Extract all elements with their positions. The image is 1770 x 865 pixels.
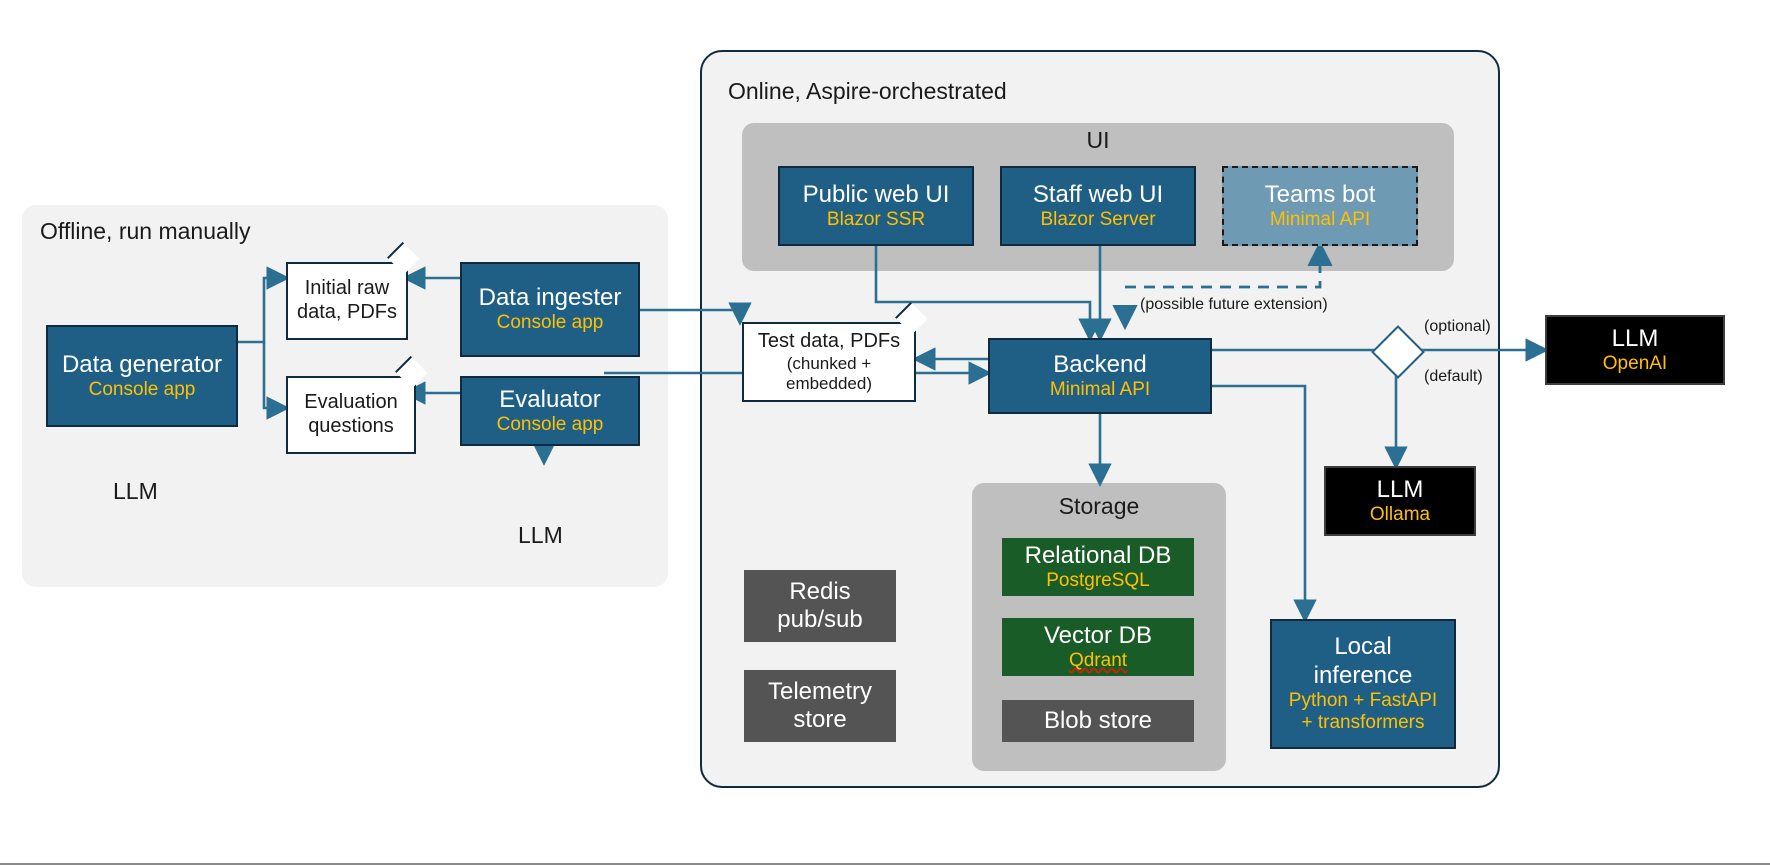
- node-title-line1: Telemetry: [767, 677, 873, 705]
- node-title: Test data, PDFs: [757, 330, 901, 353]
- node-data-ingester[interactable]: Data ingester Console app: [460, 262, 640, 357]
- node-subtitle-line2: + transformers: [1301, 712, 1425, 734]
- node-title: Backend: [1053, 350, 1147, 378]
- node-title: Staff web UI: [1032, 180, 1164, 208]
- node-title-line2: store: [793, 706, 847, 733]
- node-local-inference[interactable]: Local inference Python + FastAPI + trans…: [1270, 619, 1456, 749]
- node-title: Relational DB: [1024, 541, 1172, 569]
- node-subtitle: Qdrant: [1068, 649, 1128, 671]
- node-title: Data generator: [61, 350, 223, 378]
- node-backend[interactable]: Backend Minimal API: [988, 338, 1212, 414]
- label-future-extension: (possible future extension): [1140, 296, 1328, 313]
- node-title-line1: Redis: [789, 577, 851, 605]
- ui-group-label: UI: [1086, 127, 1110, 153]
- node-telemetry-store[interactable]: Telemetry store: [744, 670, 896, 742]
- node-title-line2: inference: [1313, 661, 1413, 689]
- online-panel-title: Online, Aspire-orchestrated: [728, 78, 1007, 104]
- node-subtitle: Ollama: [1369, 503, 1431, 525]
- node-subtitle: Minimal API: [1269, 208, 1371, 230]
- node-subtitle-line2: embedded): [785, 373, 872, 393]
- node-title: Evaluation questions: [304, 391, 398, 437]
- label-llm-from-data-generator: LLM: [113, 478, 158, 504]
- node-title: Blob store: [1043, 706, 1153, 734]
- node-title: Public web UI: [802, 180, 950, 208]
- node-title: LLM: [1611, 324, 1659, 352]
- node-title-line1: Local: [1334, 633, 1392, 661]
- node-subtitle: Console app: [88, 378, 196, 400]
- node-public-web-ui[interactable]: Public web UI Blazor SSR: [778, 166, 974, 246]
- label-llm-from-evaluator: LLM: [518, 522, 563, 548]
- diagram-canvas: Offline, run manually Data generator Con…: [0, 0, 1770, 865]
- node-test-data[interactable]: Test data, PDFs (chunked + embedded): [742, 322, 916, 402]
- node-subtitle: Minimal API: [1049, 378, 1151, 400]
- node-blob-store[interactable]: Blob store: [1002, 700, 1194, 742]
- node-llm-ollama[interactable]: LLM Ollama: [1324, 466, 1476, 536]
- label-optional: (optional): [1424, 318, 1491, 335]
- node-subtitle: Blazor SSR: [826, 208, 926, 230]
- node-relational-db[interactable]: Relational DB PostgreSQL: [1002, 538, 1194, 596]
- node-vector-db[interactable]: Vector DB Qdrant: [1002, 618, 1194, 676]
- node-subtitle: Console app: [496, 312, 604, 334]
- node-staff-web-ui[interactable]: Staff web UI Blazor Server: [1000, 166, 1196, 246]
- node-evaluation-questions[interactable]: Evaluation questions: [286, 376, 416, 454]
- node-title: Data ingester: [478, 284, 622, 312]
- node-initial-raw-data[interactable]: Initial raw data, PDFs: [286, 262, 408, 340]
- label-default: (default): [1424, 368, 1483, 385]
- node-title: Vector DB: [1043, 621, 1153, 649]
- node-subtitle-line1: Python + FastAPI: [1288, 689, 1438, 711]
- node-subtitle-line1: (chunked +: [786, 353, 872, 373]
- node-teams-bot[interactable]: Teams bot Minimal API: [1222, 166, 1418, 246]
- node-title-line2: pub/sub: [777, 606, 863, 633]
- node-redis-pubsub[interactable]: Redis pub/sub: [744, 570, 896, 642]
- offline-panel-title: Offline, run manually: [40, 218, 251, 244]
- node-subtitle: OpenAI: [1602, 352, 1668, 374]
- node-subtitle: Console app: [496, 413, 604, 435]
- node-title: Initial raw data, PDFs: [296, 277, 398, 323]
- node-data-generator[interactable]: Data generator Console app: [46, 325, 238, 427]
- node-subtitle: PostgreSQL: [1046, 569, 1150, 591]
- node-title: Evaluator: [499, 385, 601, 413]
- node-llm-openai[interactable]: LLM OpenAI: [1545, 315, 1725, 385]
- node-evaluator[interactable]: Evaluator Console app: [460, 376, 640, 446]
- storage-group-label: Storage: [1058, 493, 1140, 519]
- node-title: LLM: [1376, 475, 1424, 503]
- node-subtitle: Blazor Server: [1040, 208, 1156, 230]
- node-title: Teams bot: [1264, 180, 1376, 208]
